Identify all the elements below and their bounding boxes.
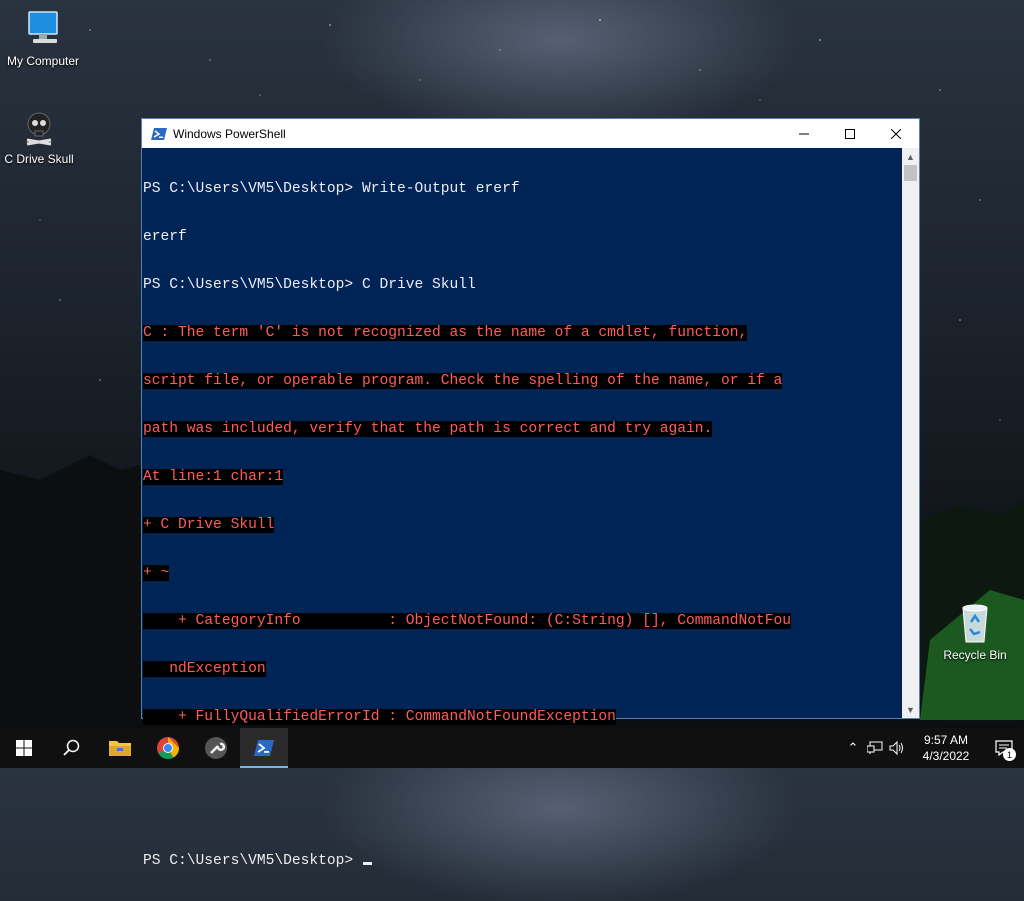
clock-time: 9:57 AM bbox=[923, 733, 969, 747]
scroll-up-button[interactable]: ▲ bbox=[902, 148, 919, 165]
desktop-icon-label: My Computer bbox=[6, 54, 80, 68]
console-error-line: + C Drive Skull bbox=[143, 517, 275, 533]
recycle-bin-icon bbox=[962, 604, 988, 643]
desktop-icon-label: C Drive Skull bbox=[4, 152, 74, 166]
action-center-button[interactable]: 1 bbox=[984, 728, 1024, 768]
close-icon bbox=[891, 128, 901, 139]
scroll-down-button[interactable]: ▼ bbox=[902, 701, 919, 718]
minimize-button[interactable] bbox=[781, 119, 827, 148]
clock[interactable]: 9:57 AM 4/3/2022 bbox=[908, 732, 984, 764]
network-icon bbox=[867, 741, 883, 754]
skull-icon bbox=[26, 112, 52, 146]
console-error-line: path was included, verify that the path … bbox=[143, 421, 713, 437]
volume-button[interactable] bbox=[886, 728, 908, 768]
console-line: PS C:\Users\VM5\Desktop> Write-Output er… bbox=[143, 181, 520, 197]
powershell-icon bbox=[254, 740, 274, 756]
windows-logo-icon bbox=[16, 740, 32, 756]
powershell-icon bbox=[151, 127, 167, 140]
console-output[interactable]: PS C:\Users\VM5\Desktop> Write-Output er… bbox=[142, 148, 902, 869]
desktop-icon-my-computer[interactable]: My Computer bbox=[0, 10, 86, 68]
console-error-line: script file, or operable program. Check … bbox=[143, 373, 783, 389]
network-button[interactable] bbox=[864, 728, 886, 768]
maximize-icon bbox=[845, 128, 855, 139]
folder-icon bbox=[109, 741, 131, 756]
console-line: ererf bbox=[143, 229, 187, 245]
title-bar[interactable]: Windows PowerShell bbox=[142, 119, 919, 148]
scrollbar-thumb[interactable] bbox=[904, 165, 917, 181]
desktop-icon-label: Recycle Bin bbox=[943, 648, 1007, 662]
chrome-icon bbox=[157, 737, 179, 759]
tool-button[interactable] bbox=[192, 728, 240, 768]
console-error-line: C : The term 'C' is not recognized as th… bbox=[143, 325, 748, 341]
chevron-up-icon: ⌃ bbox=[847, 740, 859, 755]
console-line: PS C:\Users\VM5\Desktop> C Drive Skull bbox=[143, 277, 476, 293]
clock-date: 4/3/2022 bbox=[922, 749, 970, 763]
desktop-icon-c-drive-skull[interactable]: C Drive Skull bbox=[0, 110, 82, 166]
chrome-button[interactable] bbox=[144, 728, 192, 768]
vertical-scrollbar[interactable]: ▲ ▼ bbox=[902, 148, 919, 718]
notification-badge: 1 bbox=[1003, 748, 1016, 761]
console-error-line: + ~ bbox=[143, 565, 170, 581]
console-error-line: + FullyQualifiedErrorId : CommandNotFoun… bbox=[143, 709, 616, 725]
maximize-button[interactable] bbox=[827, 119, 873, 148]
chevron-down-icon: ▼ bbox=[906, 704, 915, 715]
console-error-line: ndException bbox=[143, 661, 266, 677]
taskbar: ⌃ 9:57 AM 4/3/2022 1 bbox=[0, 728, 1024, 768]
close-button[interactable] bbox=[873, 119, 919, 148]
powershell-window[interactable]: Windows PowerShell PS C:\Users\VM5\Deskt… bbox=[141, 118, 920, 869]
console-error-line: At line:1 char:1 bbox=[143, 469, 284, 485]
window-title: Windows PowerShell bbox=[173, 126, 286, 141]
text-cursor bbox=[362, 862, 372, 865]
start-button[interactable] bbox=[0, 728, 48, 768]
powershell-button[interactable] bbox=[240, 728, 288, 768]
search-button[interactable] bbox=[48, 728, 96, 768]
console-prompt[interactable]: PS C:\Users\VM5\Desktop> bbox=[143, 853, 902, 869]
minimize-icon bbox=[799, 133, 809, 134]
system-tray: ⌃ 9:57 AM 4/3/2022 1 bbox=[842, 728, 1024, 768]
search-icon bbox=[63, 739, 80, 756]
volume-icon bbox=[889, 741, 903, 755]
desktop-icon-recycle-bin[interactable]: Recycle Bin bbox=[932, 602, 1018, 662]
wrench-icon bbox=[205, 737, 227, 759]
chevron-up-icon: ▲ bbox=[906, 151, 915, 162]
monitor-icon bbox=[28, 11, 58, 43]
show-hidden-icons-button[interactable]: ⌃ bbox=[842, 728, 864, 768]
file-explorer-button[interactable] bbox=[96, 728, 144, 768]
console-error-line: + CategoryInfo : ObjectNotFound: (C:Stri… bbox=[143, 613, 792, 629]
